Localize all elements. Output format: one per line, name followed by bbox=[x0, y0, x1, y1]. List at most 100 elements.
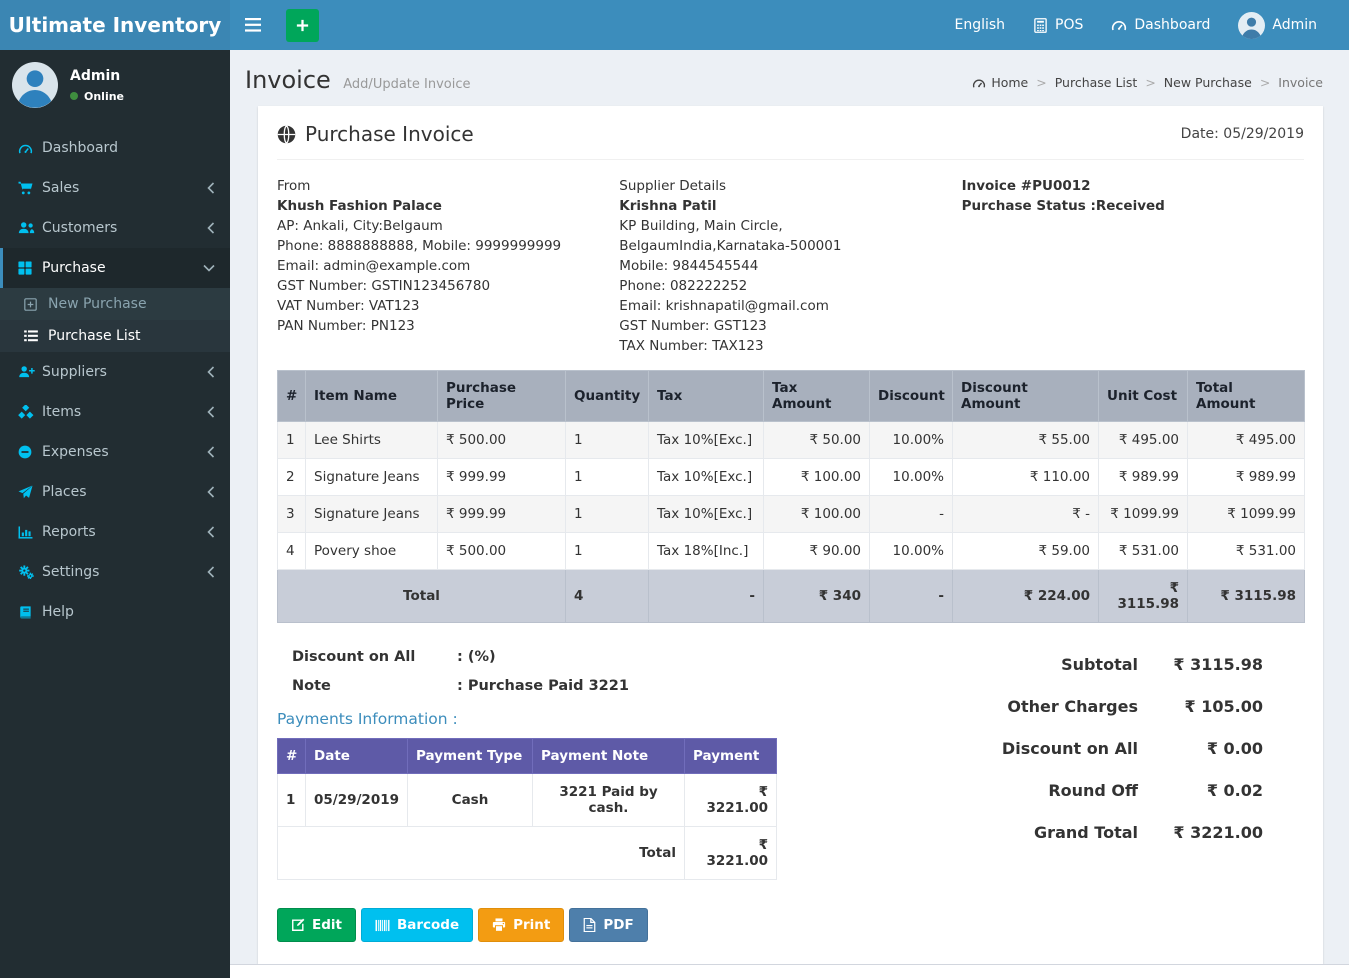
items-table-total-row: Total 4 - ₹ 340 - ₹ 224.00 ₹ 3115.98 ₹ 3… bbox=[277, 569, 1305, 623]
user-status: Online bbox=[70, 90, 124, 103]
summary-grand-total: Grand Total ₹ 3221.00 bbox=[1034, 823, 1263, 842]
nav-language[interactable]: English bbox=[940, 0, 1019, 50]
purchase-invoice-card: Purchase Invoice Date: 05/29/2019 From K… bbox=[258, 106, 1323, 964]
note-row: Note : Purchase Paid 3221 bbox=[292, 678, 629, 694]
invoice-number: Invoice #PU0012 bbox=[961, 178, 1091, 194]
tachometer-icon bbox=[1111, 18, 1127, 32]
summary-discount-on-all: Discount on All ₹ 0.00 bbox=[1001, 739, 1263, 758]
page-title: Invoice bbox=[245, 66, 331, 94]
edit-icon bbox=[291, 918, 305, 932]
table-row: 4 Povery shoe ₹ 500.00 1 Tax 18%[Inc.] ₹… bbox=[277, 532, 1305, 570]
table-row: 1 Lee Shirts ₹ 500.00 1 Tax 10%[Exc.] ₹ … bbox=[277, 421, 1305, 459]
main-content: Invoice Add/Update Invoice Home > Purcha… bbox=[230, 50, 1349, 978]
navbar-right-menu: English POS Dashboard Admin bbox=[940, 0, 1349, 50]
summary-round-off: Round Off ₹ 0.02 bbox=[1048, 781, 1263, 800]
users-icon bbox=[18, 221, 42, 235]
gears-icon bbox=[18, 565, 42, 579]
chevron-left-icon bbox=[207, 526, 215, 538]
sidebar: Admin Online Dashboard Sales Customers P… bbox=[0, 50, 230, 978]
sidebar-item-sales[interactable]: Sales bbox=[0, 168, 230, 208]
from-details: From Khush Fashion Palace AP: Ankali, Ci… bbox=[277, 176, 619, 356]
table-row: 3 Signature Jeans ₹ 999.99 1 Tax 10%[Exc… bbox=[277, 495, 1305, 533]
nav-language-label: English bbox=[954, 17, 1006, 33]
card-title: Purchase Invoice bbox=[277, 122, 474, 146]
nav-pos[interactable]: POS bbox=[1019, 0, 1097, 50]
invoice-meta: Invoice #PU0012 Purchase Status :Receive… bbox=[962, 176, 1304, 356]
divider bbox=[277, 159, 1304, 160]
items-table: # Item Name Purchase Price Quantity Tax … bbox=[277, 370, 1305, 623]
sidebar-user-panel: Admin Online bbox=[0, 50, 230, 122]
summary-subtotal: Subtotal ₹ 3115.98 bbox=[1061, 655, 1263, 674]
bar-chart-icon bbox=[18, 525, 42, 539]
breadcrumb-new-purchase[interactable]: New Purchase bbox=[1164, 75, 1252, 90]
chevron-left-icon bbox=[207, 182, 215, 194]
plus-square-icon bbox=[24, 297, 48, 311]
supplier-name: Krishna Patil bbox=[619, 198, 717, 214]
barcode-icon bbox=[375, 919, 390, 932]
nav-dashboard-label: Dashboard bbox=[1134, 17, 1211, 33]
sidebar-menu: Dashboard Sales Customers Purchase New P… bbox=[0, 128, 230, 632]
invoice-parties: From Khush Fashion Palace AP: Ankali, Ci… bbox=[277, 176, 1304, 356]
top-navbar-main: English POS Dashboard Admin bbox=[230, 0, 1349, 50]
payments-heading: Payments Information : bbox=[277, 710, 458, 728]
breadcrumb-separator: > bbox=[1145, 75, 1156, 90]
sidebar-item-customers[interactable]: Customers bbox=[0, 208, 230, 248]
chevron-down-icon bbox=[203, 264, 215, 272]
user-name: Admin bbox=[70, 67, 121, 84]
items-table-header-row: # Item Name Purchase Price Quantity Tax … bbox=[277, 370, 1305, 422]
breadcrumb-purchase-list[interactable]: Purchase List bbox=[1055, 75, 1138, 90]
sidebar-item-purchase-list[interactable]: Purchase List bbox=[0, 320, 230, 352]
table-row: 1 05/29/2019 Cash 3221 Paid by cash. ₹ 3… bbox=[277, 773, 777, 827]
quick-add-button[interactable] bbox=[286, 8, 319, 42]
sidebar-item-dashboard[interactable]: Dashboard bbox=[0, 128, 230, 168]
from-name: Khush Fashion Palace bbox=[277, 198, 442, 214]
app-brand[interactable]: Ultimate Inventory bbox=[0, 0, 230, 50]
cart-icon bbox=[18, 181, 42, 195]
sidebar-item-purchase[interactable]: Purchase bbox=[0, 248, 230, 288]
tachometer-icon bbox=[972, 77, 986, 89]
sidebar-item-suppliers[interactable]: Suppliers bbox=[0, 352, 230, 392]
hamburger-icon bbox=[245, 18, 261, 32]
sidebar-item-reports[interactable]: Reports bbox=[0, 512, 230, 552]
breadcrumb-home[interactable]: Home bbox=[972, 75, 1028, 90]
invoice-notes-block: Discount on All : (%) Note : Purchase Pa… bbox=[277, 649, 777, 880]
minus-circle-icon bbox=[18, 445, 42, 459]
nav-dashboard[interactable]: Dashboard bbox=[1097, 0, 1224, 50]
user-avatar bbox=[1238, 11, 1266, 39]
chevron-left-icon bbox=[207, 366, 215, 378]
breadcrumb-separator: > bbox=[1259, 75, 1271, 90]
paper-plane-icon bbox=[18, 485, 42, 499]
cubes-icon bbox=[18, 405, 42, 419]
sidebar-toggle-button[interactable] bbox=[230, 0, 276, 50]
calculator-icon bbox=[1033, 17, 1048, 33]
chevron-left-icon bbox=[207, 406, 215, 418]
online-status-label: Online bbox=[84, 89, 125, 103]
sidebar-item-help[interactable]: Help bbox=[0, 592, 230, 632]
supplier-details: Supplier Details Krishna Patil KP Buildi… bbox=[619, 176, 961, 356]
purchase-status: Purchase Status :Received bbox=[961, 198, 1165, 214]
payments-table: # Date Payment Type Payment Note Payment… bbox=[277, 738, 777, 880]
user-avatar bbox=[12, 62, 58, 108]
breadcrumb-current: Invoice bbox=[1278, 75, 1323, 90]
summary-other-charges: Other Charges ₹ 105.00 bbox=[1007, 697, 1263, 716]
pdf-icon bbox=[583, 918, 596, 932]
nav-admin[interactable]: Admin bbox=[1224, 0, 1331, 50]
sidebar-item-expenses[interactable]: Expenses bbox=[0, 432, 230, 472]
chevron-left-icon bbox=[207, 566, 215, 578]
edit-button[interactable]: Edit bbox=[277, 908, 356, 942]
content-header: Invoice Add/Update Invoice Home > Purcha… bbox=[230, 50, 1349, 106]
invoice-actions: Edit Barcode Print PDF bbox=[277, 908, 1304, 942]
tachometer-icon bbox=[18, 142, 42, 155]
user-plus-icon bbox=[18, 365, 42, 379]
breadcrumb-separator: > bbox=[1036, 75, 1047, 90]
sidebar-item-new-purchase[interactable]: New Purchase bbox=[0, 288, 230, 320]
print-button[interactable]: Print bbox=[478, 908, 565, 942]
sidebar-item-settings[interactable]: Settings bbox=[0, 552, 230, 592]
pdf-button[interactable]: PDF bbox=[569, 908, 648, 942]
sidebar-item-places[interactable]: Places bbox=[0, 472, 230, 512]
barcode-button[interactable]: Barcode bbox=[360, 908, 474, 942]
plus-icon bbox=[295, 18, 310, 33]
print-icon bbox=[492, 918, 506, 932]
sidebar-item-items[interactable]: Items bbox=[0, 392, 230, 432]
sidebar-submenu-purchase: New Purchase Purchase List bbox=[0, 288, 230, 352]
